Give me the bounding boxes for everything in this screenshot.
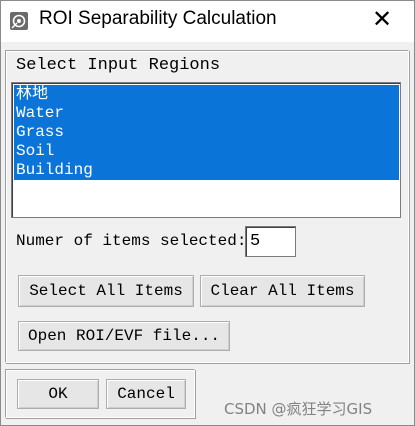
clear-all-items-button[interactable]: Clear All Items bbox=[200, 275, 365, 307]
close-icon[interactable]: ✕ bbox=[368, 6, 396, 34]
regions-listbox[interactable]: 林地 Water Grass Soil Building bbox=[11, 82, 401, 218]
title-bar[interactable]: ROI Separability Calculation ✕ bbox=[1, 1, 414, 42]
open-roi-evf-file-button[interactable]: Open ROI/EVF file... bbox=[18, 321, 230, 351]
list-item-building[interactable]: Building bbox=[14, 161, 399, 180]
select-input-regions-label: Select Input Regions bbox=[16, 56, 221, 75]
items-selected-count-field[interactable]: 5 bbox=[245, 226, 296, 257]
list-item-linde[interactable]: 林地 bbox=[14, 85, 399, 104]
csdn-watermark: CSDN @疯狂学习GIS bbox=[224, 400, 373, 418]
ok-button[interactable]: OK bbox=[17, 379, 99, 409]
list-item-grass[interactable]: Grass bbox=[14, 123, 399, 142]
items-selected-label: Numer of items selected: bbox=[16, 232, 247, 250]
list-item-water[interactable]: Water bbox=[14, 104, 399, 123]
select-all-items-button[interactable]: Select All Items bbox=[18, 275, 194, 307]
list-item-soil[interactable]: Soil bbox=[14, 142, 399, 161]
cancel-button[interactable]: Cancel bbox=[106, 379, 186, 409]
envi-app-icon bbox=[10, 12, 28, 30]
window-title: ROI Separability Calculation bbox=[39, 8, 277, 29]
